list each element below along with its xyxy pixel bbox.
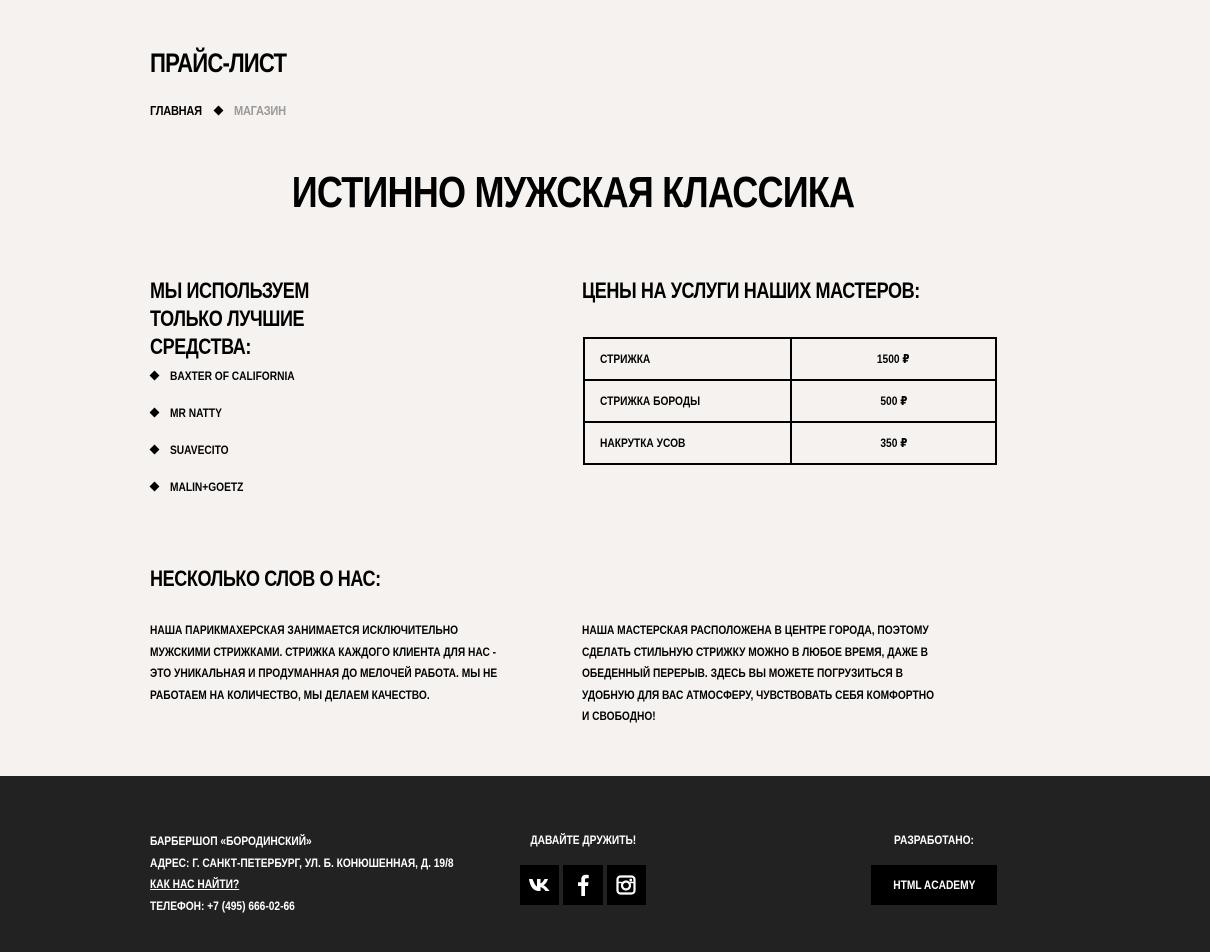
footer-social: ДАВАЙТЕ ДРУЖИТЬ! — [520, 831, 646, 905]
breadcrumb-separator-icon — [213, 105, 224, 116]
prices-heading: ЦЕНЫ НА УСЛУГИ НАШИХ МАСТЕРОВ: — [582, 278, 920, 303]
shop-phone: ТЕЛЕФОН: +7 (495) 666-02-66 — [150, 898, 295, 913]
footer-contacts: БАРБЕРШОП «БОРОДИНСКИЙ» АДРЕС: Г. САНКТ-… — [150, 831, 507, 917]
find-us-link[interactable]: КАК НАС НАЙТИ? — [150, 877, 239, 891]
breadcrumb-home-link[interactable]: ГЛАВНАЯ — [150, 103, 202, 118]
bullet-icon — [149, 481, 160, 492]
price-table: СТРИЖКА 1500 ₽ СТРИЖКА БОРОДЫ 500 ₽ НАКР… — [583, 337, 997, 465]
table-row: НАКРУТКА УСОВ 350 ₽ — [583, 421, 997, 465]
list-item: MALIN+GOETZ — [149, 468, 317, 505]
footer-developer: РАЗРАБОТАНО: HTML ACADEMY — [871, 831, 997, 905]
html-academy-button[interactable]: HTML ACADEMY — [871, 865, 997, 905]
price-cell: 500 ₽ — [790, 379, 997, 423]
price-cell: 1500 ₽ — [790, 337, 997, 381]
vk-button[interactable] — [520, 865, 560, 905]
product-name: MR NATTY — [170, 405, 222, 420]
about-heading: НЕСКОЛЬКО СЛОВ О НАС: — [150, 566, 381, 591]
bullet-icon — [149, 370, 160, 381]
page-title: ПРАЙС-ЛИСТ — [150, 48, 287, 78]
products-heading: МЫ ИСПОЛЬЗУЕМ ТОЛЬКО ЛУЧШИЕ СРЕДСТВА: — [150, 278, 309, 359]
instagram-icon — [616, 875, 636, 895]
product-list: BAXTER OF CALIFORNIA MR NATTY SUAVECITO … — [149, 357, 317, 505]
facebook-button[interactable] — [563, 865, 603, 905]
product-name: BAXTER OF CALIFORNIA — [170, 368, 295, 383]
list-item: MR NATTY — [149, 394, 317, 431]
footer: БАРБЕРШОП «БОРОДИНСКИЙ» АДРЕС: Г. САНКТ-… — [0, 776, 1210, 952]
breadcrumb-current: МАГАЗИН — [233, 103, 286, 118]
vk-icon — [528, 879, 550, 891]
breadcrumb: ГЛАВНАЯ МАГАЗИН — [150, 103, 295, 118]
about-text-right: НАША МАСТЕРСКАЯ РАСПОЛОЖЕНА В ЦЕНТРЕ ГОР… — [582, 623, 935, 723]
facebook-icon — [577, 874, 589, 896]
product-name: SUAVECITO — [170, 442, 229, 457]
bullet-icon — [149, 407, 160, 418]
developer-title: РАЗРАБОТАНО: — [894, 833, 974, 847]
bullet-icon — [149, 444, 160, 455]
service-cell: НАКРУТКА УСОВ — [583, 421, 792, 465]
shop-name: БАРБЕРШОП «БОРОДИНСКИЙ» — [150, 834, 312, 848]
price-cell: 350 ₽ — [790, 421, 997, 465]
product-name: MALIN+GOETZ — [170, 479, 244, 494]
about-text-left: НАША ПАРИКМАХЕРСКАЯ ЗАНИМАЕТСЯ ИСКЛЮЧИТЕ… — [150, 623, 498, 702]
social-title: ДАВАЙТЕ ДРУЖИТЬ! — [530, 833, 636, 847]
shop-address: АДРЕС: Г. САНКТ-ПЕТЕРБУРГ, УЛ. Б. КОНЮШЕ… — [150, 855, 454, 870]
table-row: СТРИЖКА 1500 ₽ — [583, 337, 997, 381]
main-heading: ИСТИННО МУЖСКАЯ КЛАССИКА — [291, 168, 855, 217]
list-item: BAXTER OF CALIFORNIA — [149, 357, 317, 394]
service-cell: СТРИЖКА — [583, 337, 792, 381]
service-cell: СТРИЖКА БОРОДЫ — [583, 379, 792, 423]
list-item: SUAVECITO — [149, 431, 317, 468]
instagram-button[interactable] — [606, 865, 646, 905]
table-row: СТРИЖКА БОРОДЫ 500 ₽ — [583, 379, 997, 423]
